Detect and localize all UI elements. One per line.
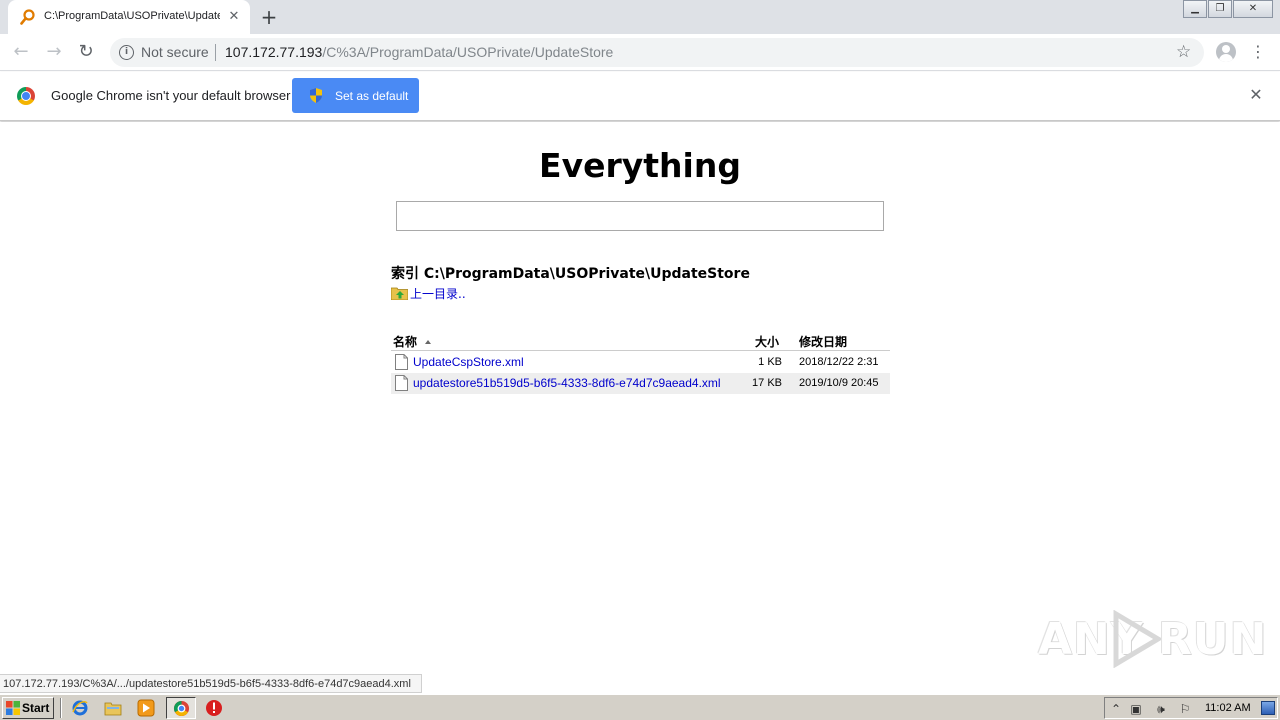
- action-center-flag-icon[interactable]: ⚐: [1177, 701, 1193, 717]
- browser-toolbar: ← → ↻ i Not secure 107.172.77.193/C%3A/P…: [0, 34, 1280, 71]
- chrome-icon: [173, 700, 190, 717]
- media-player-icon[interactable]: [137, 699, 155, 717]
- everything-favicon-icon: [20, 9, 35, 25]
- parent-directory-label: 上一目录..: [410, 287, 466, 301]
- play-logo-icon: [1113, 610, 1163, 668]
- address-bar[interactable]: i Not secure 107.172.77.193/C%3A/Program…: [110, 38, 1204, 67]
- status-url-bubble: 107.172.77.193/C%3A/.../updatestore51b51…: [0, 674, 422, 693]
- file-size: 1 KB: [758, 356, 782, 368]
- sort-ascending-icon: [425, 340, 431, 344]
- file-icon: [395, 354, 408, 370]
- file-icon: [395, 375, 408, 391]
- page-title: Everything: [539, 146, 741, 185]
- start-button[interactable]: Start: [2, 697, 54, 719]
- infobar-message: Google Chrome isn't your default browser: [51, 88, 291, 103]
- show-hidden-icons-icon[interactable]: ⌃: [1108, 701, 1124, 717]
- set-as-default-button[interactable]: Set as default: [292, 78, 419, 113]
- uac-shield-icon: [310, 88, 322, 103]
- restore-icon[interactable]: ❐: [1208, 0, 1232, 18]
- file-name-link[interactable]: UpdateCspStore.xml: [413, 355, 524, 369]
- file-modified: 2019/10/9 20:45: [799, 377, 879, 389]
- volume-icon[interactable]: 🕪: [1153, 701, 1169, 717]
- column-header-size[interactable]: 大小: [755, 333, 779, 350]
- new-tab-button[interactable]: +: [258, 6, 280, 28]
- network-icon[interactable]: ▣: [1128, 701, 1144, 717]
- show-desktop-icon[interactable]: [1261, 701, 1275, 715]
- url-text[interactable]: 107.172.77.193/C%3A/ProgramData/USOPriva…: [225, 44, 613, 60]
- tab-title: C:\ProgramData\USOPrivate\UpdateStore: [44, 10, 220, 22]
- url-host: 107.172.77.193: [225, 44, 323, 60]
- stop-sign-icon[interactable]: [205, 699, 223, 717]
- start-label: Start: [22, 701, 50, 715]
- chrome-taskbar-button[interactable]: [166, 697, 196, 719]
- internet-explorer-icon[interactable]: [71, 699, 89, 717]
- kebab-menu-icon[interactable]: ⋮: [1250, 41, 1266, 63]
- reload-icon[interactable]: ↻: [75, 41, 97, 63]
- info-icon[interactable]: i: [119, 45, 134, 60]
- tab-close-icon[interactable]: ✕: [226, 9, 242, 25]
- taskbar: Start ⌃ ▣ 🕪 ⚐ 11:02 AM: [0, 694, 1280, 720]
- file-size: 17 KB: [752, 377, 782, 389]
- folder-up-icon: [391, 287, 408, 300]
- column-header-modified[interactable]: 修改日期: [799, 333, 847, 350]
- header-divider: [391, 350, 890, 351]
- column-name-label: 名称: [393, 335, 418, 349]
- anyrun-watermark: ANY RUN: [1038, 608, 1266, 668]
- window-close-icon[interactable]: ✕: [1233, 0, 1273, 18]
- windows-logo-icon: [6, 701, 20, 715]
- table-row: updatestore51b519d5-b6f5-4333-8df6-e74d7…: [391, 373, 890, 394]
- back-arrow-icon[interactable]: ←: [10, 41, 32, 63]
- table-row: UpdateCspStore.xml 1 KB 2018/12/22 2:31: [391, 352, 890, 373]
- taskbar-clock[interactable]: 11:02 AM: [1205, 702, 1251, 714]
- set-as-default-label: Set as default: [335, 89, 409, 103]
- taskbar-separator: [60, 698, 62, 718]
- page-content: Everything 索引 C:\ProgramData\USOPrivate\…: [0, 122, 1280, 674]
- watermark-right-text: RUN: [1158, 614, 1268, 665]
- search-input[interactable]: [396, 201, 884, 231]
- url-separator: [215, 44, 216, 61]
- file-explorer-icon[interactable]: [104, 699, 122, 717]
- index-heading: 索引 C:\ProgramData\USOPrivate\UpdateStore: [391, 266, 750, 282]
- security-label[interactable]: Not secure: [141, 44, 209, 60]
- forward-arrow-icon[interactable]: →: [43, 41, 65, 63]
- column-header-name[interactable]: 名称: [393, 333, 431, 350]
- chrome-logo-icon: [17, 87, 35, 105]
- infobar-close-icon[interactable]: ✕: [1247, 86, 1265, 104]
- url-path: /C%3A/ProgramData/USOPrivate/UpdateStore: [322, 44, 614, 60]
- browser-tab[interactable]: C:\ProgramData\USOPrivate\UpdateStore ✕: [8, 0, 250, 34]
- default-browser-infobar: Google Chrome isn't your default browser…: [0, 72, 1280, 121]
- file-name-link[interactable]: updatestore51b519d5-b6f5-4333-8df6-e74d7…: [413, 376, 721, 390]
- file-modified: 2018/12/22 2:31: [799, 356, 879, 368]
- minimize-icon[interactable]: ▁: [1183, 0, 1207, 18]
- tab-strip: C:\ProgramData\USOPrivate\UpdateStore ✕ …: [0, 0, 1280, 34]
- system-tray: ⌃ ▣ 🕪 ⚐ 11:02 AM: [1104, 697, 1278, 719]
- bookmark-star-icon[interactable]: ☆: [1176, 42, 1191, 62]
- profile-avatar-icon[interactable]: [1216, 42, 1236, 62]
